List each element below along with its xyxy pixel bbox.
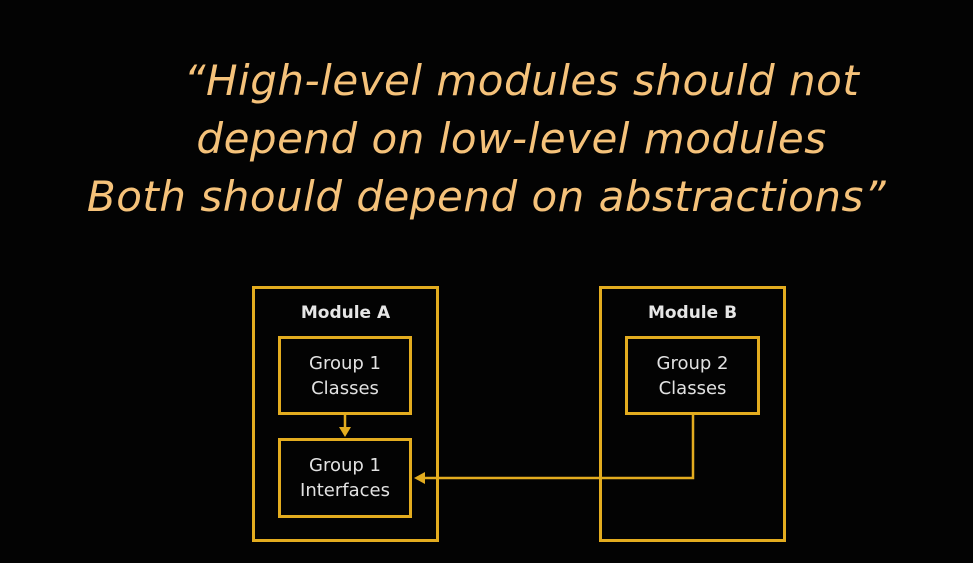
slide: “High-level modules should not depend on… bbox=[0, 0, 973, 563]
classes-to-interfaces-arrowhead bbox=[339, 427, 351, 437]
module-b-to-interfaces-arrow-line bbox=[424, 415, 695, 480]
connector-layer bbox=[339, 415, 695, 484]
module-b-to-interfaces-arrowhead bbox=[414, 472, 425, 484]
